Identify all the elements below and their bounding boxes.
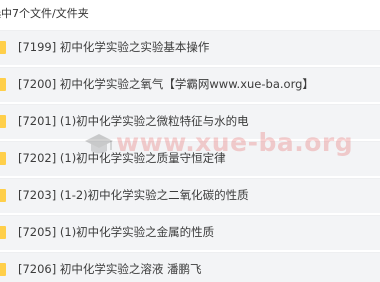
selection-count-text: 选中7个文件/文件夹 bbox=[0, 7, 89, 20]
file-row[interactable]: [7201] (1)初中化学实验之微粒特征与水的电 bbox=[0, 104, 380, 139]
file-name[interactable]: [7206] 初中化学实验之溶液 潘鹏飞 bbox=[18, 253, 202, 282]
file-row[interactable]: [7205] (1)初中化学实验之金属的性质 bbox=[0, 215, 380, 250]
file-row[interactable]: [7202] (1)初中化学实验之质量守恒定律 bbox=[0, 141, 380, 176]
folder-icon bbox=[0, 152, 6, 165]
folder-icon bbox=[0, 189, 6, 202]
file-list: [7199] 初中化学实验之实验基本操作 [7200] 初中化学实验之氧气【学霸… bbox=[0, 30, 380, 282]
file-name[interactable]: [7203] (1-2)初中化学实验之二氧化碳的性质 bbox=[18, 179, 249, 214]
folder-icon bbox=[0, 226, 6, 239]
file-row[interactable]: [7206] 初中化学实验之溶液 潘鹏飞 bbox=[0, 252, 380, 282]
file-name[interactable]: [7199] 初中化学实验之实验基本操作 bbox=[18, 31, 209, 66]
file-name[interactable]: [7205] (1)初中化学实验之金属的性质 bbox=[18, 216, 214, 251]
file-row[interactable]: [7200] 初中化学实验之氧气【学霸网www.xue-ba.org】 bbox=[0, 67, 380, 102]
selection-status: 选中7个文件/文件夹 bbox=[0, 0, 380, 30]
folder-icon bbox=[0, 115, 6, 128]
folder-icon bbox=[0, 41, 6, 54]
file-name[interactable]: [7201] (1)初中化学实验之微粒特征与水的电 bbox=[18, 105, 249, 140]
file-row[interactable]: [7203] (1-2)初中化学实验之二氧化碳的性质 bbox=[0, 178, 380, 213]
folder-icon bbox=[0, 78, 6, 91]
file-name[interactable]: [7200] 初中化学实验之氧气【学霸网www.xue-ba.org】 bbox=[18, 68, 314, 103]
file-row[interactable]: [7199] 初中化学实验之实验基本操作 bbox=[0, 30, 380, 65]
folder-icon bbox=[0, 263, 6, 276]
file-name[interactable]: [7202] (1)初中化学实验之质量守恒定律 bbox=[18, 142, 226, 177]
